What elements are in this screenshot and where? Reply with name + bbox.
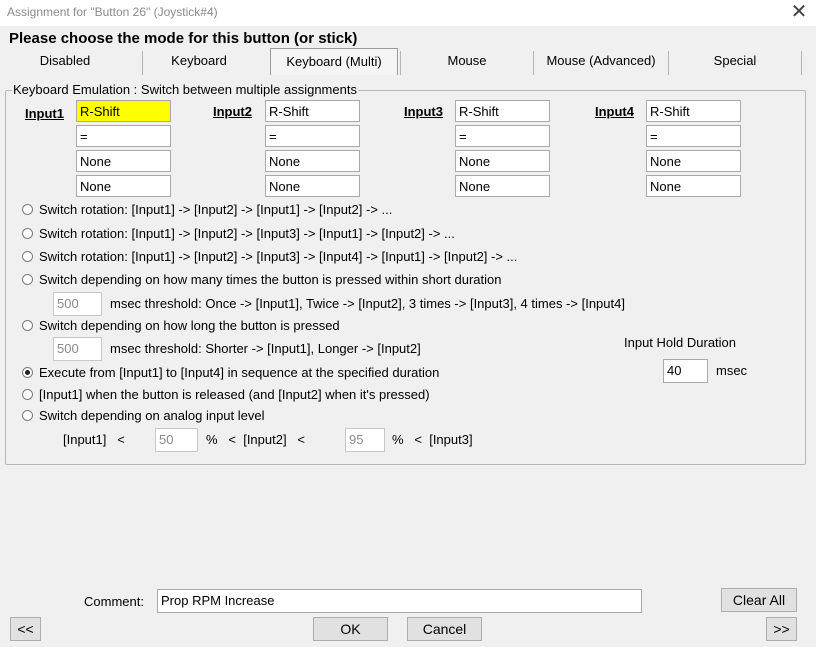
analog-input2-text: % < [Input2] < [206,432,306,447]
option-release-label[interactable]: [Input1] when the button is released (an… [39,387,430,402]
option-press-count-radio[interactable] [22,274,33,285]
input2-key2-field[interactable]: = [265,125,360,147]
analog-low-input[interactable]: 50 [155,428,198,452]
tab-disabled[interactable]: Disabled [14,50,116,74]
press-count-description: msec threshold: Once -> [Input1], Twice … [110,296,625,311]
clear-all-button[interactable]: Clear All [721,588,797,612]
input1-key2-field[interactable]: = [76,125,171,147]
option-rotation-4-label[interactable]: Switch rotation: [Input1] -> [Input2] ->… [39,249,517,264]
input1-key1-field[interactable]: R-Shift [76,100,171,122]
input2-label: Input2 [213,104,252,119]
window-title: Assignment for "Button 26" (Joystick#4) [7,5,218,19]
option-rotation-3-radio[interactable] [22,228,33,239]
press-length-threshold-input[interactable]: 500 [53,337,102,361]
group-title: Keyboard Emulation : Switch between mult… [12,82,358,97]
input3-key4-field[interactable]: None [455,175,550,197]
input2-key4-field[interactable]: None [265,175,360,197]
ok-button[interactable]: OK [313,617,388,641]
previous-button[interactable]: << [10,617,41,641]
tab-mouse-advanced[interactable]: Mouse (Advanced) [534,50,668,74]
analog-input1-text: [Input1] < [63,432,125,447]
hold-duration-input[interactable]: 40 [663,359,708,383]
option-sequence-label[interactable]: Execute from [Input1] to [Input4] in seq… [39,365,439,380]
cancel-button[interactable]: Cancel [407,617,482,641]
hold-duration-label: Input Hold Duration [624,335,737,350]
input4-key3-field[interactable]: None [646,150,741,172]
input4-key4-field[interactable]: None [646,175,741,197]
option-rotation-3-label[interactable]: Switch rotation: [Input1] -> [Input2] ->… [39,226,455,241]
close-icon[interactable]: ✕ [788,1,810,23]
input1-key3-field[interactable]: None [76,150,171,172]
option-press-count-label[interactable]: Switch depending on how many times the b… [39,272,501,287]
analog-high-input[interactable]: 95 [345,428,385,452]
option-sequence-radio[interactable] [22,367,33,378]
tab-special[interactable]: Special [669,50,801,74]
input3-key1-field[interactable]: R-Shift [455,100,550,122]
page-title: Please choose the mode for this button (… [9,30,358,47]
press-length-description: msec threshold: Shorter -> [Input1], Lon… [110,341,421,356]
option-analog-label[interactable]: Switch depending on analog input level [39,408,265,423]
input1-label: Input1 [25,106,64,121]
option-rotation-4-radio[interactable] [22,251,33,262]
option-rotation-2-label[interactable]: Switch rotation: [Input1] -> [Input2] ->… [39,202,392,217]
tab-separator [801,51,802,75]
option-press-length-radio[interactable] [22,320,33,331]
option-analog-radio[interactable] [22,410,33,421]
option-rotation-2-radio[interactable] [22,204,33,215]
comment-label: Comment: [84,594,144,609]
input4-key1-field[interactable]: R-Shift [646,100,741,122]
input3-key2-field[interactable]: = [455,125,550,147]
hold-duration-unit: msec [716,363,748,378]
analog-input3-text: % < [Input3] [392,432,473,447]
next-button[interactable]: >> [766,617,797,641]
option-release-radio[interactable] [22,389,33,400]
tab-keyboard-multi[interactable]: Keyboard (Multi) [270,48,398,75]
radio-selected-dot [25,370,30,375]
option-press-length-label[interactable]: Switch depending on how long the button … [39,318,340,333]
input4-key2-field[interactable]: = [646,125,741,147]
input3-key3-field[interactable]: None [455,150,550,172]
input2-key3-field[interactable]: None [265,150,360,172]
input4-label: Input4 [595,104,634,119]
tab-keyboard[interactable]: Keyboard [143,50,255,74]
input1-key4-field[interactable]: None [76,175,171,197]
input3-label: Input3 [404,104,443,119]
comment-input[interactable]: Prop RPM Increase [157,589,642,613]
press-count-threshold-input[interactable]: 500 [53,292,102,316]
tab-mouse[interactable]: Mouse [401,50,533,74]
input2-key1-field[interactable]: R-Shift [265,100,360,122]
